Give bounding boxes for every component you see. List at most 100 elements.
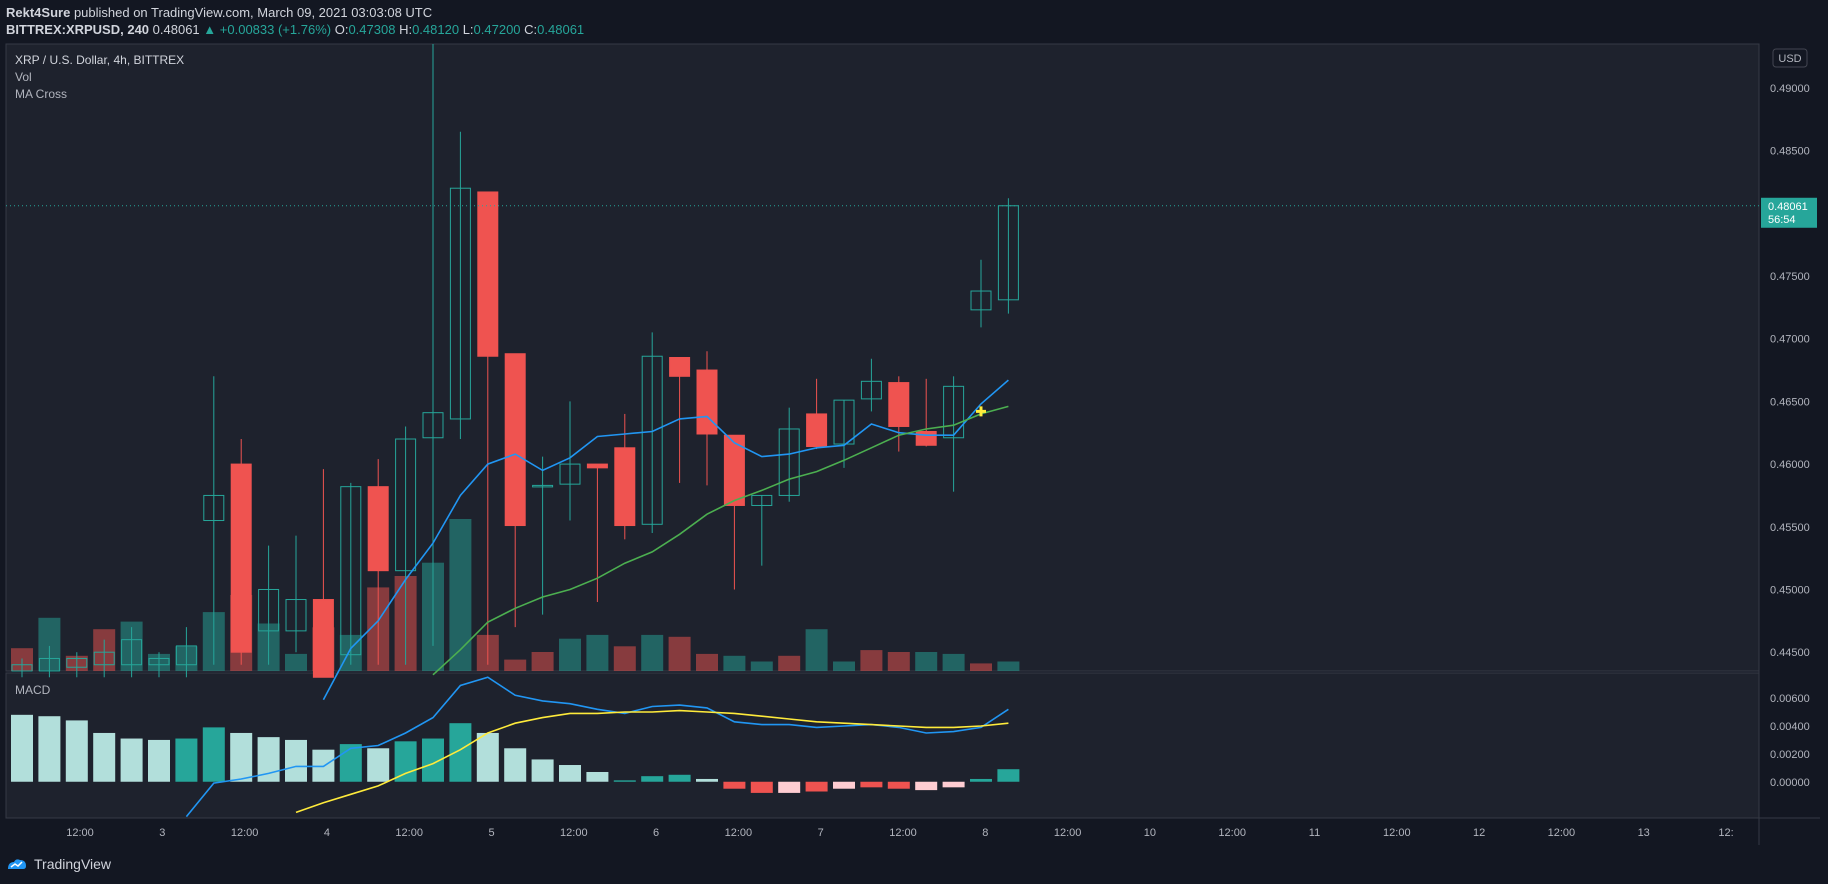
macd-histogram-bar xyxy=(613,780,636,782)
macd-histogram-bar xyxy=(860,781,883,788)
price-tick-label: 0.45500 xyxy=(1770,522,1810,534)
candle-body xyxy=(915,430,937,446)
time-tick-label: 12:00 xyxy=(66,827,94,839)
macd-histogram-bar xyxy=(394,741,417,782)
macd-histogram-bar xyxy=(641,776,664,782)
chart-canvas[interactable]: 0.44500 0.45000 0.45500 0.46000 0.46500 0.470… xyxy=(0,0,1828,884)
volume-bar xyxy=(833,661,855,671)
macd-histogram-bar xyxy=(230,732,253,782)
time-tick-label: 13 xyxy=(1638,827,1650,839)
macd-histogram-bar xyxy=(367,748,390,782)
macd-histogram-bar xyxy=(778,781,801,793)
candle-body xyxy=(367,486,389,572)
macd-histogram-bar xyxy=(339,744,362,782)
time-tick-label: 5 xyxy=(488,827,494,839)
macd-histogram-bar xyxy=(93,732,116,782)
macd-tick-label: 0.00000 xyxy=(1770,777,1810,789)
price-tick-label: 0.46000 xyxy=(1770,459,1810,471)
macd-histogram-bar xyxy=(120,738,143,782)
volume-bar xyxy=(723,655,746,671)
time-tick-label: 10 xyxy=(1144,827,1156,839)
candle-body xyxy=(477,191,499,357)
time-tick-label: 8 xyxy=(982,827,988,839)
candle-body xyxy=(312,599,334,678)
volume-bar xyxy=(668,636,691,671)
bar-countdown: 56:54 xyxy=(1768,214,1796,226)
footer-brand[interactable]: TradingView xyxy=(6,856,111,872)
time-tick-label: 4 xyxy=(324,827,330,839)
legend-ma-cross[interactable]: MA Cross xyxy=(15,87,67,101)
volume-bar xyxy=(860,650,883,671)
macd-histogram-bar xyxy=(696,778,718,782)
macd-histogram-bar xyxy=(449,723,472,782)
time-tick-label: 12:00 xyxy=(1218,827,1246,839)
price-tick-label: 0.48500 xyxy=(1770,146,1810,158)
candle-body xyxy=(614,447,636,527)
macd-histogram-bar xyxy=(285,739,307,782)
legend-macd[interactable]: MACD xyxy=(15,683,51,697)
volume-bar xyxy=(750,661,773,671)
price-tick-label: 0.44500 xyxy=(1770,647,1810,659)
macd-histogram-bar xyxy=(65,720,88,782)
time-tick-label: 12:00 xyxy=(395,827,423,839)
time-tick-label: 7 xyxy=(818,827,824,839)
time-tick-label: 3 xyxy=(159,827,165,839)
macd-histogram-bar xyxy=(887,781,910,789)
volume-bar xyxy=(778,655,801,671)
volume-bar xyxy=(805,629,828,671)
price-tick-label: 0.45000 xyxy=(1770,584,1810,596)
currency-label: USD xyxy=(1778,53,1801,65)
time-tick-label: 12: xyxy=(1718,827,1733,839)
tradingview-logo-icon xyxy=(8,859,26,869)
candle-body xyxy=(586,463,608,469)
time-tick-label: 12:00 xyxy=(1054,827,1082,839)
volume-bar xyxy=(559,638,581,671)
volume-bar xyxy=(641,634,664,671)
candle-body xyxy=(669,357,691,377)
volume-bar xyxy=(942,653,965,671)
volume-bar xyxy=(915,652,938,671)
candle-body xyxy=(806,413,828,448)
time-scale[interactable] xyxy=(6,819,1759,845)
macd-histogram-bar xyxy=(750,781,773,793)
volume-bar xyxy=(504,659,527,671)
volume-bar xyxy=(586,634,609,671)
macd-histogram-bar xyxy=(531,759,554,782)
last-price-tag-value: 0.48061 xyxy=(1768,201,1808,213)
legend-volume[interactable]: Vol xyxy=(15,70,32,84)
volume-bar xyxy=(970,663,992,671)
time-tick-label: 11 xyxy=(1309,827,1320,839)
time-tick-label: 12 xyxy=(1473,827,1485,839)
macd-histogram-bar xyxy=(942,781,965,788)
volume-bar xyxy=(887,652,910,671)
macd-histogram-bar xyxy=(476,732,499,782)
macd-tick-label: 0.00200 xyxy=(1770,749,1810,761)
macd-histogram-bar xyxy=(833,781,855,789)
macd-histogram-bar xyxy=(723,781,746,789)
time-tick-label: 12:00 xyxy=(725,827,753,839)
volume-bar xyxy=(449,519,472,671)
time-tick-label: 6 xyxy=(653,827,659,839)
macd-histogram-bar xyxy=(586,771,609,782)
macd-tick-label: 0.00600 xyxy=(1770,693,1810,705)
macd-tick-label: 0.00400 xyxy=(1770,721,1810,733)
price-tick-label: 0.49000 xyxy=(1770,83,1810,95)
legend-title[interactable]: XRP / U.S. Dollar, 4h, BITTREX xyxy=(15,53,184,67)
volume-bar xyxy=(613,646,636,671)
macd-histogram-bar xyxy=(202,727,225,782)
macd-histogram-bar xyxy=(148,739,170,782)
macd-histogram-bar xyxy=(559,765,581,782)
macd-histogram-bar xyxy=(668,774,691,782)
time-tick-label: 12:00 xyxy=(231,827,259,839)
brand-name: TradingView xyxy=(34,856,112,872)
macd-histogram-bar xyxy=(38,716,61,782)
volume-bar xyxy=(696,653,718,671)
price-tick-label: 0.46500 xyxy=(1770,396,1810,408)
macd-histogram-bar xyxy=(175,738,198,782)
macd-histogram-bar xyxy=(970,778,992,782)
last-price-tag: 0.48061 56:54 xyxy=(1761,197,1817,228)
macd-histogram-bar xyxy=(504,748,527,782)
candle-body xyxy=(888,382,910,427)
volume-bar xyxy=(285,653,307,671)
volume-bar xyxy=(531,652,554,671)
